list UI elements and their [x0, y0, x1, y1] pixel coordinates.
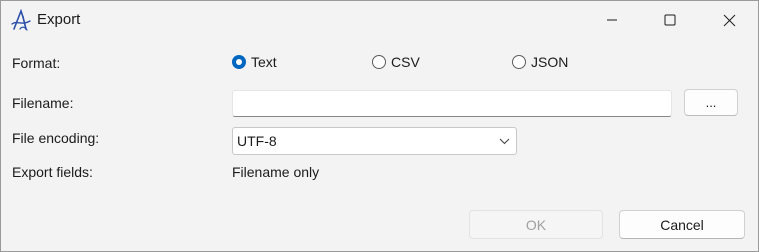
encoding-dropdown[interactable]: UTF-8	[232, 127, 517, 155]
encoding-selected-value: UTF-8	[237, 133, 277, 149]
window-title: Export	[37, 11, 81, 28]
format-radio-json[interactable]: JSON	[512, 52, 568, 72]
radio-checked-icon	[232, 55, 246, 69]
minimize-button[interactable]	[583, 1, 641, 39]
export-dialog: Export Format: Text CSV JSON Filename: .…	[0, 0, 759, 252]
maximize-icon	[664, 14, 676, 26]
format-radio-text[interactable]: Text	[232, 52, 277, 72]
maximize-button[interactable]	[641, 1, 699, 39]
format-radio-json-label: JSON	[531, 54, 569, 70]
cancel-button[interactable]: Cancel	[619, 210, 745, 239]
export-fields-value: Filename only	[232, 164, 320, 180]
ok-button[interactable]: OK	[469, 210, 603, 239]
minimize-icon	[607, 19, 617, 21]
export-fields-label: Export fields:	[12, 164, 93, 180]
chevron-down-icon	[492, 138, 516, 145]
format-label: Format:	[12, 55, 61, 71]
browse-button[interactable]: ...	[684, 89, 738, 116]
app-logo-icon	[11, 8, 31, 31]
title-bar: Export	[1, 1, 758, 39]
encoding-label: File encoding:	[12, 130, 100, 146]
close-icon	[723, 14, 735, 26]
radio-unchecked-icon	[512, 55, 526, 69]
format-radio-csv[interactable]: CSV	[372, 52, 420, 72]
format-radio-csv-label: CSV	[391, 54, 420, 70]
filename-input[interactable]	[232, 90, 672, 117]
format-radio-text-label: Text	[251, 54, 277, 70]
close-button[interactable]	[700, 1, 758, 39]
radio-unchecked-icon	[372, 55, 386, 69]
filename-label: Filename:	[12, 95, 74, 111]
